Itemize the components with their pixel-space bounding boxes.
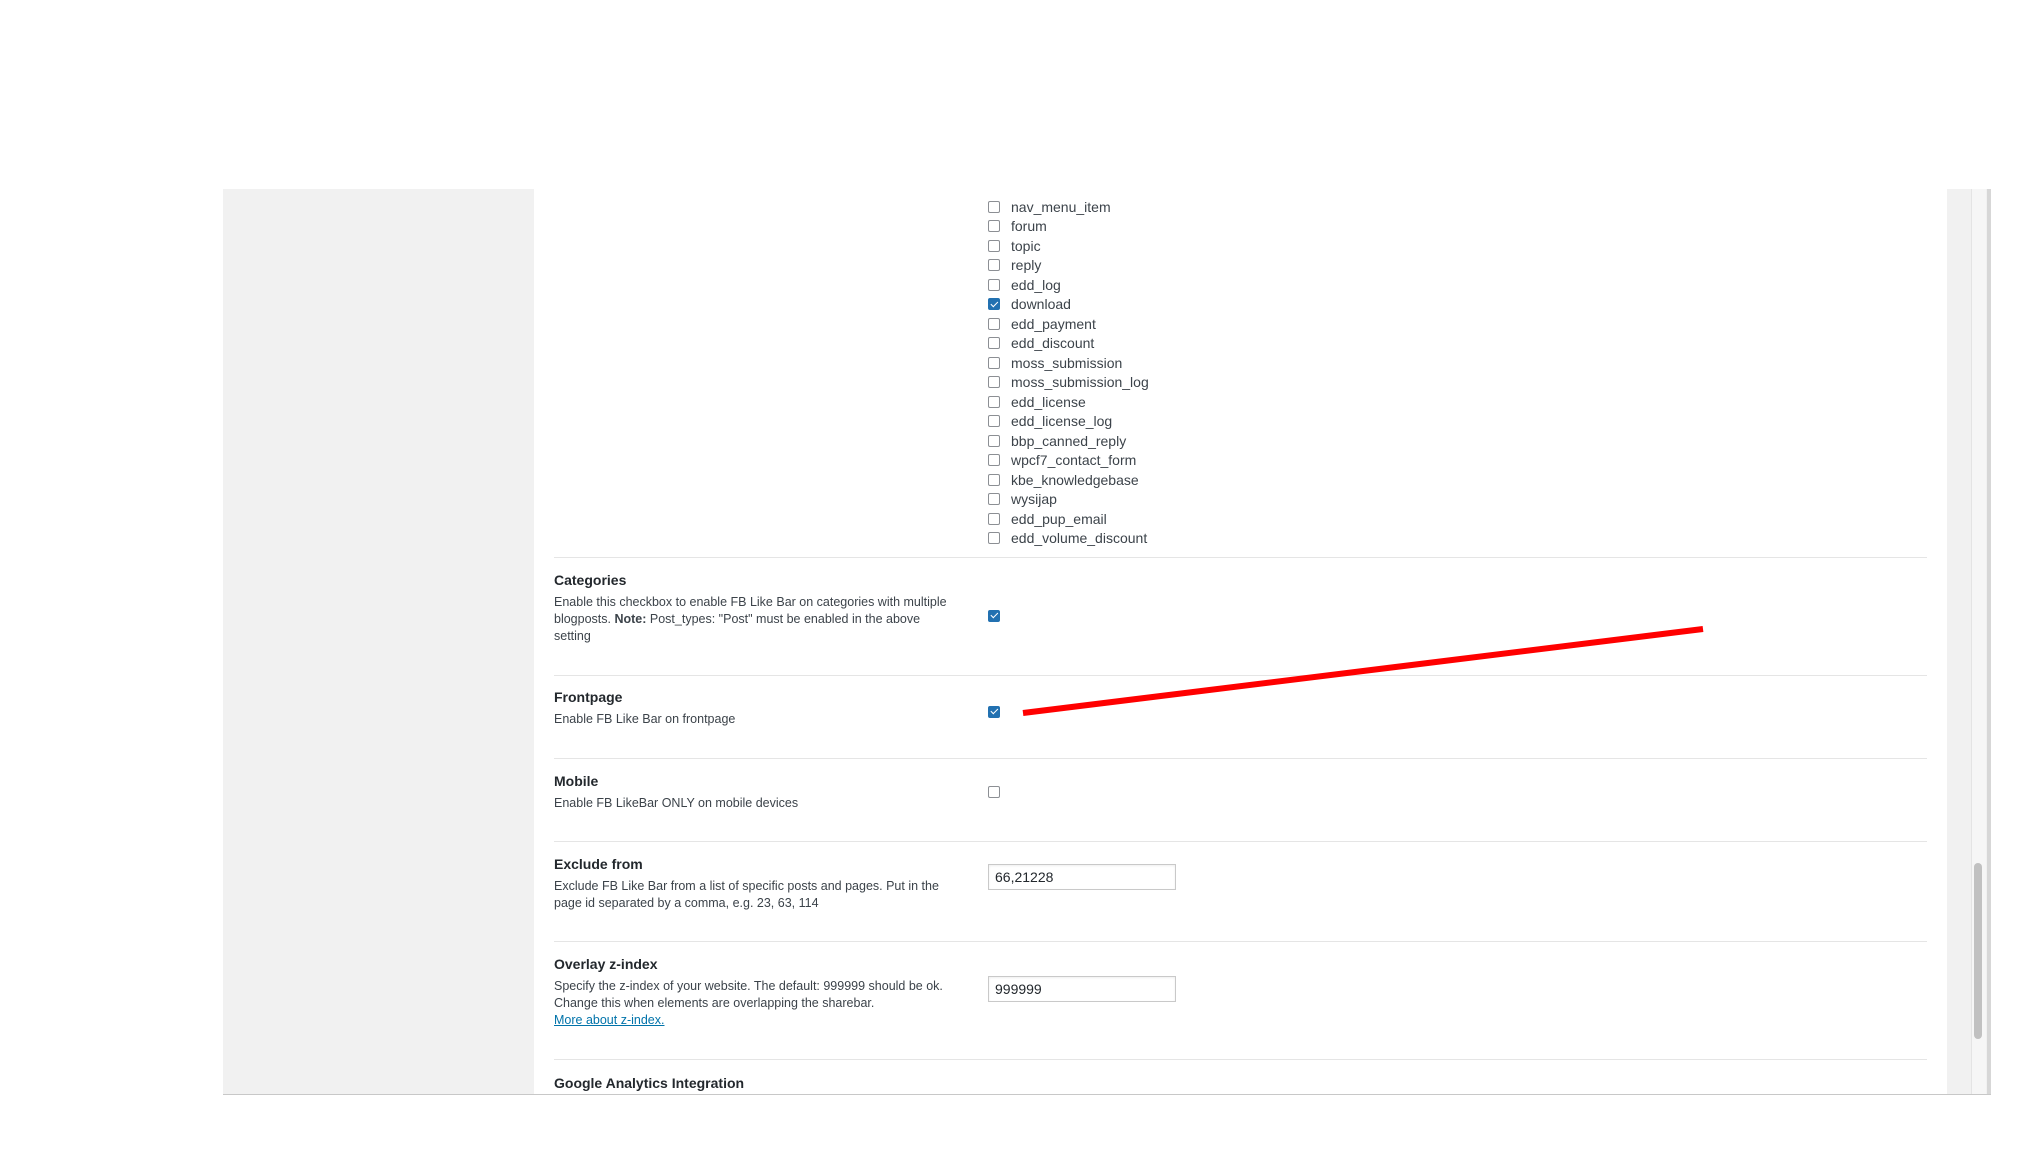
post-type-item: moss_submission_log <box>988 373 1149 393</box>
post-type-checkbox[interactable] <box>988 317 1000 330</box>
post-type-label: download <box>1011 296 1071 313</box>
post-type-item: wysijap <box>988 490 1149 510</box>
post-type-item: topic <box>988 236 1149 256</box>
divider <box>554 758 1927 759</box>
mobile-description: Enable FB LikeBar ONLY on mobile devices <box>554 796 799 810</box>
post-type-checkbox[interactable] <box>988 356 1000 369</box>
overlay-zindex-description: Specify the z-index of your website. The… <box>554 978 959 1029</box>
post-type-label: wpcf7_contact_form <box>1011 452 1137 469</box>
post-type-label: edd_volume_discount <box>1011 530 1148 547</box>
post-type-label: edd_payment <box>1011 315 1096 332</box>
post-type-label: moss_submission <box>1011 354 1123 371</box>
google-analytics-title: Google Analytics Integration <box>554 1075 745 1091</box>
exclude-from-input[interactable] <box>988 864 1176 890</box>
post-type-label: edd_pup_email <box>1011 510 1107 527</box>
settings-window: nav_menu_itemforum topic reply edd_logdownl… <box>223 189 1991 1095</box>
window-edge <box>1987 189 1991 1094</box>
post-type-item: edd_volume_discount <box>988 529 1149 549</box>
post-type-checkbox[interactable] <box>988 278 1000 291</box>
post-type-label: edd_license_log <box>1011 413 1113 430</box>
divider <box>554 941 1927 942</box>
post-type-item: edd_discount <box>988 334 1149 354</box>
categories-note-label: Note: <box>614 612 647 626</box>
post-type-label: kbe_knowledgebase <box>1011 471 1139 488</box>
post-type-label: nav_menu_item <box>1011 198 1111 215</box>
post-type-checkbox[interactable] <box>988 239 1000 252</box>
post-types-list: nav_menu_itemforum topic reply edd_logdownl… <box>988 197 1149 548</box>
post-type-checkbox[interactable] <box>988 220 1000 233</box>
overlay-zindex-desc-text: Specify the z-index of your website. The… <box>554 979 943 1010</box>
post-type-checkbox[interactable] <box>988 512 1000 525</box>
mobile-row: Mobile Enable FB LikeBar ONLY on mobile … <box>554 773 1927 812</box>
overlay-zindex-input[interactable] <box>988 976 1176 1002</box>
frontpage-checkbox[interactable] <box>988 705 1000 718</box>
categories-row: Categories Enable this checkbox to enabl… <box>554 572 1927 645</box>
post-type-item: bbp_canned_reply <box>988 431 1149 451</box>
post-type-checkbox[interactable] <box>988 298 1000 311</box>
divider <box>554 675 1927 676</box>
post-type-label: forum <box>1011 218 1047 235</box>
frontpage-description: Enable FB Like Bar on frontpage <box>554 712 736 726</box>
post-type-item: wpcf7_contact_form <box>988 451 1149 471</box>
post-type-checkbox[interactable] <box>988 434 1000 447</box>
post-type-label: topic <box>1011 237 1041 254</box>
post-type-item: edd_license <box>988 392 1149 412</box>
post-type-item: nav_menu_item <box>988 197 1149 217</box>
categories-title: Categories <box>554 572 627 588</box>
post-type-checkbox[interactable] <box>988 415 1000 428</box>
scrollbar-thumb[interactable] <box>1974 863 1982 1039</box>
post-type-checkbox[interactable] <box>988 376 1000 389</box>
post-type-checkbox[interactable] <box>988 337 1000 350</box>
exclude-from-title: Exclude from <box>554 856 643 872</box>
post-type-item: forum <box>988 217 1149 237</box>
post-type-label: edd_license <box>1011 393 1086 410</box>
post-type-item: download <box>988 295 1149 315</box>
post-type-checkbox[interactable] <box>988 200 1000 213</box>
mobile-checkbox[interactable] <box>988 786 1000 798</box>
post-type-checkbox[interactable] <box>988 259 1000 272</box>
post-type-item: edd_payment <box>988 314 1149 334</box>
post-type-checkbox[interactable] <box>988 532 1000 545</box>
settings-content: nav_menu_itemforum topic reply edd_logdownl… <box>534 189 1947 1094</box>
post-type-item: moss_submission <box>988 353 1149 373</box>
post-type-label: edd_log <box>1011 276 1061 293</box>
post-type-checkbox[interactable] <box>988 493 1000 506</box>
post-type-checkbox[interactable] <box>988 473 1000 486</box>
post-type-item: reply <box>988 256 1149 276</box>
divider <box>554 557 1927 558</box>
google-analytics-row: Google Analytics Integration <box>554 1075 1927 1094</box>
post-type-item: edd_pup_email <box>988 509 1149 529</box>
divider <box>554 841 1927 842</box>
post-type-label: moss_submission_log <box>1011 374 1149 391</box>
post-type-label: wysijap <box>1011 491 1057 508</box>
post-type-checkbox[interactable] <box>988 454 1000 467</box>
exclude-from-row: Exclude from Exclude FB Like Bar from a … <box>554 856 1927 912</box>
frontpage-row: Frontpage Enable FB Like Bar on frontpag… <box>554 689 1927 728</box>
post-type-item: edd_log <box>988 275 1149 295</box>
post-type-item: edd_license_log <box>988 412 1149 432</box>
categories-checkbox[interactable] <box>988 609 1000 622</box>
exclude-from-description: Exclude FB Like Bar from a list of speci… <box>554 879 939 910</box>
admin-sidebar <box>223 189 534 1094</box>
frontpage-title: Frontpage <box>554 689 623 705</box>
post-type-item: kbe_knowledgebase <box>988 470 1149 490</box>
more-about-zindex-link[interactable]: More about z-index. <box>554 1013 664 1027</box>
mobile-title: Mobile <box>554 773 599 789</box>
post-type-label: bbp_canned_reply <box>1011 432 1127 449</box>
overlay-zindex-title: Overlay z-index <box>554 956 658 972</box>
post-type-label: edd_discount <box>1011 335 1095 352</box>
overlay-zindex-row: Overlay z-index Specify the z-index of y… <box>554 956 1927 1029</box>
categories-description: Enable this checkbox to enable FB Like B… <box>554 594 959 645</box>
post-type-label: reply <box>1011 257 1042 274</box>
post-type-checkbox[interactable] <box>988 395 1000 408</box>
divider <box>554 1059 1927 1060</box>
